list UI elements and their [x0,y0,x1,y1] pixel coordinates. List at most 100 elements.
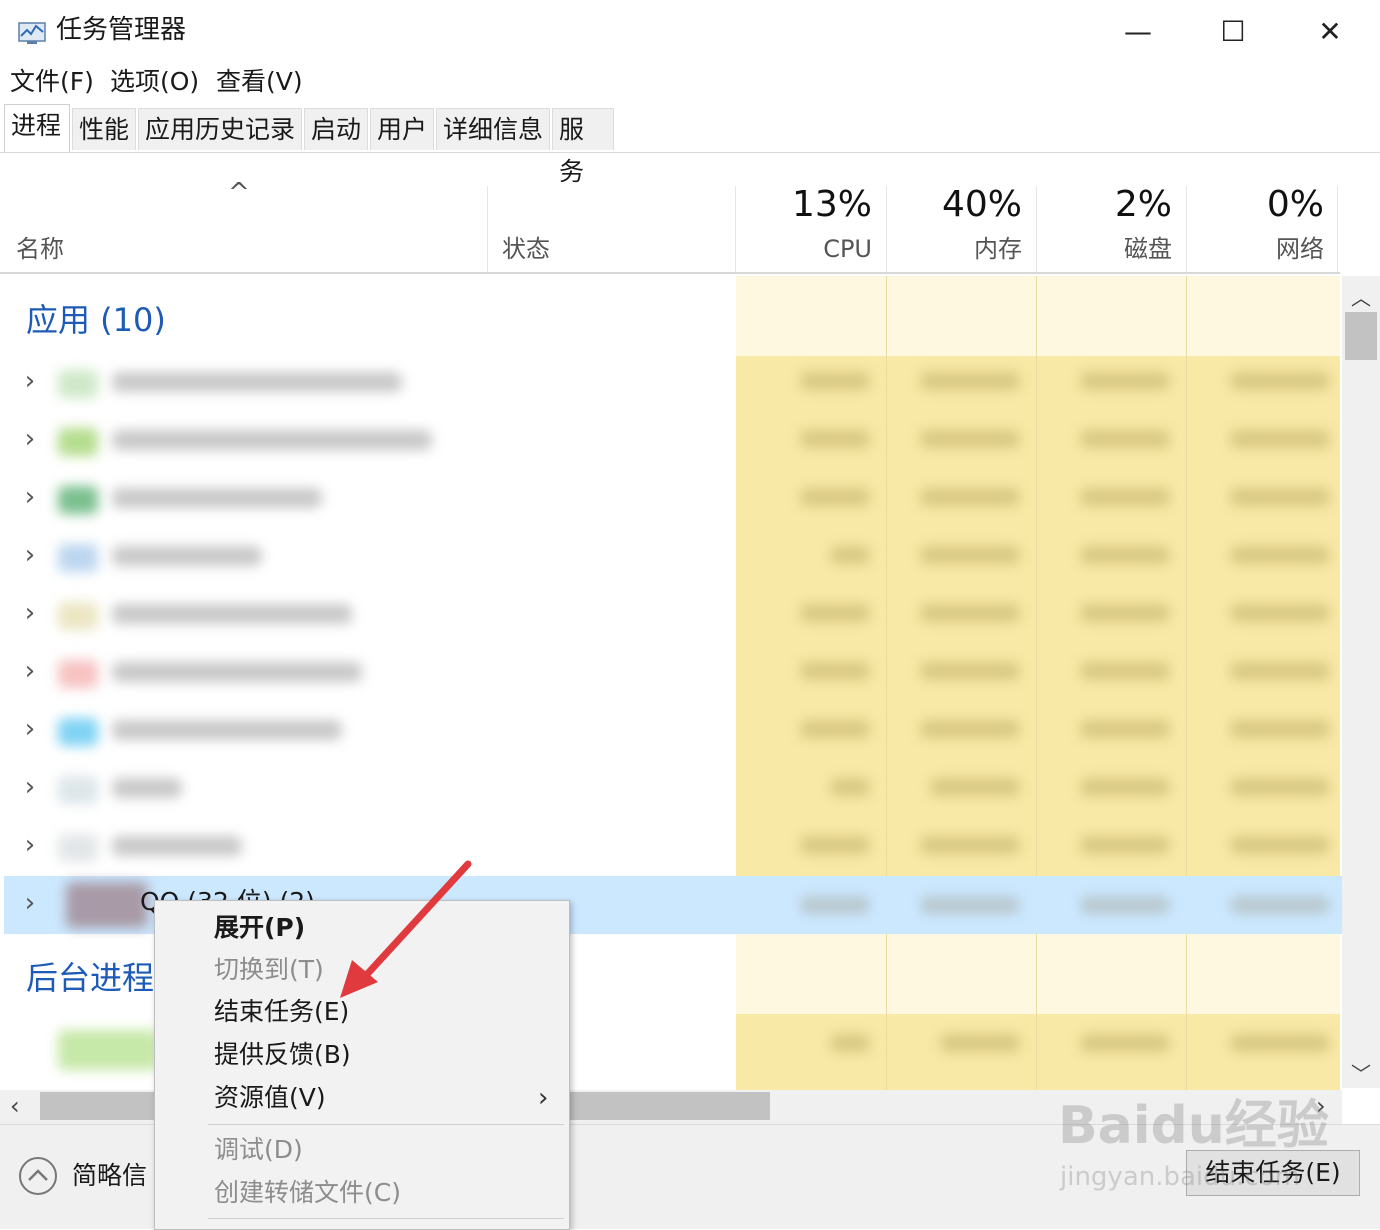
blurred-disk-value [1080,836,1170,854]
expand-chevron-icon[interactable]: › [18,888,42,918]
expand-chevron-icon[interactable]: › [18,714,42,744]
expand-chevron-icon[interactable]: › [18,830,42,860]
vertical-scroll-thumb[interactable] [1345,312,1377,360]
ctx-debug[interactable]: 调试(D) [214,1132,303,1168]
blurred-memory-value [920,662,1020,680]
vertical-scrollbar[interactable] [1342,276,1380,1088]
blurred-cpu-value [800,896,870,914]
ctx-separator [208,1218,564,1219]
header-separator [0,272,1340,274]
disk-percent[interactable]: 2% [1032,180,1172,230]
blurred-cpu-value [800,604,870,622]
minimize-button[interactable]: — [1108,10,1168,54]
blurred-process-name [112,604,352,624]
scroll-down-icon[interactable]: ﹀ [1345,1058,1377,1086]
heat-area-background-header [736,934,1340,1014]
ctx-separator [208,1124,564,1125]
blurred-cpu-value [830,1034,870,1052]
window-title: 任务管理器 [56,15,187,45]
tab-details[interactable]: 详细信息 [436,108,550,150]
blurred-memory-value [920,488,1020,506]
column-divider [1337,186,1338,274]
expand-chevron-icon[interactable]: › [18,598,42,628]
cpu-header[interactable]: CPU [732,232,872,266]
blurred-memory-value [940,1034,1020,1052]
blurred-cpu-value [800,836,870,854]
blurred-memory-value [920,720,1020,738]
tab-users[interactable]: 用户 [370,108,434,150]
ctx-feedback[interactable]: 提供反馈(B) [214,1037,351,1073]
app-icon [58,544,98,572]
maximize-button[interactable]: ☐ [1203,10,1263,54]
menu-view[interactable]: 查看(V) [216,64,303,100]
blurred-process-name [112,778,182,798]
ctx-expand[interactable]: 展开(P) [214,910,305,946]
blurred-process-name [112,836,242,856]
disk-header[interactable]: 磁盘 [1032,232,1172,266]
blurred-disk-value [1080,372,1170,390]
expand-chevron-icon[interactable]: › [18,482,42,512]
expand-chevron-icon[interactable]: › [18,366,42,396]
expand-chevron-icon[interactable]: › [18,772,42,802]
app-icon [58,718,98,746]
scroll-up-icon[interactable]: ︿ [1345,282,1377,310]
blurred-network-value [1230,720,1330,738]
memory-percent[interactable]: 40% [882,180,1022,230]
blurred-memory-value [920,836,1020,854]
app-icon [58,834,98,862]
blurred-process-name [112,720,342,740]
heat-divider [1186,276,1187,1090]
menu-bar [0,62,1380,102]
cpu-percent[interactable]: 13% [732,180,872,230]
blurred-disk-value [1080,488,1170,506]
heat-divider [886,276,887,1090]
blurred-disk-value [1080,778,1170,796]
collapse-up-icon[interactable] [18,1156,58,1196]
blurred-cpu-value [800,372,870,390]
blurred-cpu-value [830,778,870,796]
expand-chevron-icon[interactable]: › [18,540,42,570]
blurred-cpu-value [800,430,870,448]
tab-processes[interactable]: 进程 [4,104,70,152]
menu-options[interactable]: 选项(O) [110,64,199,100]
blurred-disk-value [1080,430,1170,448]
blurred-network-value [1230,1034,1330,1052]
title-bar [0,0,1380,62]
watermark-url: jingyan.baidu.com [1060,1162,1300,1192]
task-manager-app-icon [18,22,46,44]
menu-file[interactable]: 文件(F) [10,64,94,100]
close-button[interactable]: ✕ [1300,10,1360,54]
tab-startup[interactable]: 启动 [304,108,368,150]
ctx-create-dump[interactable]: 创建转储文件(C) [214,1175,401,1211]
background-process-icon [58,1030,158,1070]
group-header-background[interactable]: 后台进程 [26,954,154,1002]
network-header[interactable]: 网络 [1184,232,1324,266]
blurred-network-value [1230,662,1330,680]
scroll-left-icon[interactable]: ‹ [10,1092,34,1120]
column-name-header[interactable]: 名称 [16,232,64,266]
network-percent[interactable]: 0% [1184,180,1324,230]
tab-services[interactable]: 服务 [552,108,614,186]
fewer-details-link[interactable]: 简略信 [72,1158,147,1194]
blurred-disk-value [1080,896,1170,914]
column-divider [487,186,488,274]
expand-chevron-icon[interactable]: › [18,656,42,686]
blurred-memory-value [920,604,1020,622]
blurred-disk-value [1080,604,1170,622]
tab-app-history[interactable]: 应用历史记录 [138,108,302,150]
ctx-resource-values[interactable]: 资源值(V) [214,1080,326,1116]
memory-header[interactable]: 内存 [882,232,1022,266]
tab-performance[interactable]: 性能 [72,108,136,150]
blurred-network-value [1230,778,1330,796]
blurred-process-name [112,488,322,508]
blurred-memory-value [920,430,1020,448]
blurred-memory-value [920,546,1020,564]
group-header-apps[interactable]: 应用 (10) [26,296,166,344]
blurred-disk-value [1080,546,1170,564]
column-status-header[interactable]: 状态 [502,232,550,266]
app-icon [58,486,98,514]
ctx-switch-to[interactable]: 切换到(T) [214,952,324,988]
expand-chevron-icon[interactable]: › [18,424,42,454]
blurred-process-name [112,430,432,450]
sort-ascending-icon[interactable]: ^ [228,178,250,208]
